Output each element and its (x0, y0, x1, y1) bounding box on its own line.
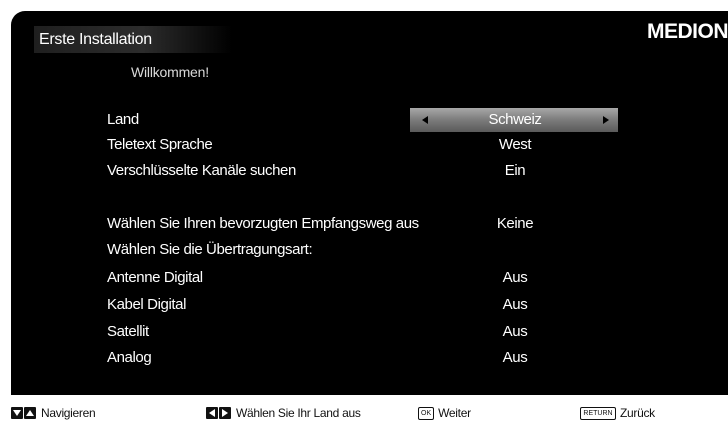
hint-back: RETURN Zurück (580, 406, 655, 420)
setting-label: Kabel Digital (107, 296, 187, 313)
setting-value: Aus (502, 349, 528, 366)
arrow-up-key-icon (24, 407, 36, 419)
hint-next: OK Weiter (418, 406, 471, 420)
setting-label: Verschlüsselte Kanäle suchen (107, 162, 296, 179)
setting-row-teletext[interactable]: Teletext Sprache West (11, 133, 728, 157)
setting-value: Aus (502, 323, 528, 340)
hint-select-country: Wählen Sie Ihr Land aus (206, 406, 361, 420)
setting-value: Aus (502, 296, 528, 313)
hint-navigate: Navigieren (11, 406, 96, 420)
setup-screen: Erste Installation MEDION Willkommen! La… (11, 11, 728, 395)
section-heading-transmission: Wählen Sie die Übertragungsart: (11, 238, 728, 262)
setting-row-land[interactable]: Land Schweiz (11, 108, 728, 132)
arrow-right-icon[interactable] (603, 116, 609, 124)
setting-label: Wählen Sie die Übertragungsart: (107, 241, 313, 258)
setting-row-antenna[interactable]: Antenne Digital Aus (11, 266, 728, 290)
setting-value: West (498, 136, 532, 153)
footer-hint-bar: Navigieren Wählen Sie Ihr Land aus OK We… (0, 395, 728, 430)
setting-row-cable[interactable]: Kabel Digital Aus (11, 293, 728, 317)
setting-value: Schweiz (488, 111, 542, 128)
setting-label: Land (107, 111, 139, 128)
arrow-right-key-icon (219, 407, 231, 419)
page-title: Erste Installation (34, 26, 232, 53)
setting-value: Keine (496, 215, 534, 232)
arrow-left-key-icon (206, 407, 218, 419)
welcome-text: Willkommen! (131, 64, 209, 80)
setting-value: Aus (502, 269, 528, 286)
ok-key-icon: OK (418, 406, 435, 420)
setting-row-encrypted[interactable]: Verschlüsselte Kanäle suchen Ein (11, 159, 728, 183)
return-key-icon: RETURN (580, 406, 616, 420)
setting-value: Ein (504, 162, 526, 179)
setting-label: Wählen Sie Ihren bevorzugten Empfangsweg… (107, 215, 419, 232)
arrow-down-key-icon (11, 407, 23, 419)
hint-next-label: Weiter (438, 406, 471, 420)
hint-navigate-label: Navigieren (41, 406, 96, 420)
setting-row-reception[interactable]: Wählen Sie Ihren bevorzugten Empfangsweg… (11, 212, 728, 236)
setting-label: Analog (107, 349, 152, 366)
setting-row-analog[interactable]: Analog Aus (11, 346, 728, 370)
setting-label: Antenne Digital (107, 269, 203, 286)
hint-back-label: Zurück (620, 406, 655, 420)
setting-label: Satellit (107, 323, 149, 340)
setting-row-satellite[interactable]: Satellit Aus (11, 320, 728, 344)
hint-select-country-label: Wählen Sie Ihr Land aus (236, 406, 361, 420)
setting-label: Teletext Sprache (107, 136, 213, 153)
brand-logo: MEDION (647, 20, 728, 43)
